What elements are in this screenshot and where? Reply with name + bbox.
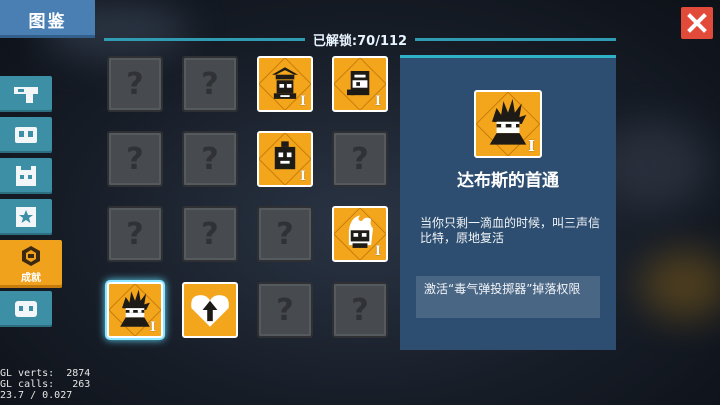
grid-item-locked[interactable]: ? — [257, 206, 313, 262]
locked-mark: ? — [201, 216, 219, 252]
detail-item-card: I — [474, 90, 542, 158]
tier-label: I — [299, 169, 306, 184]
achievement-icon — [22, 245, 40, 266]
heart-arrow-icon — [191, 295, 229, 327]
debug-line: GL verts: 2874 — [0, 368, 91, 379]
tab-skills[interactable] — [0, 199, 52, 235]
item-effect: 激活“毒气弹投掷器”掉落权限 — [416, 276, 600, 318]
grid-item-locked[interactable]: ? — [332, 131, 388, 187]
other-icon — [15, 301, 37, 317]
debug-line: 23.7 / 0.027 — [0, 390, 73, 401]
grid-item-locked[interactable]: ? — [182, 56, 238, 112]
tab-pets[interactable] — [0, 158, 52, 194]
header-divider — [415, 37, 616, 41]
locked-mark: ? — [351, 141, 369, 177]
detail-panel: I 达布斯的首通 当你只剩一滴血的时候，叫三声信比特，原地复活 激活“毒气弹投掷… — [400, 55, 616, 350]
locked-mark: ? — [276, 216, 294, 252]
star-icon — [16, 207, 36, 227]
tab-characters[interactable] — [0, 117, 52, 153]
item-description: 当你只剩一滴血的时候，叫三声信比特，原地复活 — [420, 216, 601, 245]
tier-label: I — [299, 94, 306, 109]
grid-item-locked[interactable]: ? — [182, 131, 238, 187]
tab-other[interactable] — [0, 291, 52, 327]
locked-mark: ? — [351, 292, 369, 328]
grid-item-unlocked[interactable]: I — [257, 131, 313, 187]
background-glow — [600, 120, 710, 210]
background-glow — [640, 250, 720, 320]
grid-item-locked[interactable]: ? — [107, 206, 163, 262]
debug-stats: GL verts: 2874 GL calls: 263 23.7 / 0.02… — [0, 368, 90, 401]
pet-icon — [16, 166, 36, 186]
grid-item-selected[interactable]: I — [107, 282, 163, 338]
grid-item-locked[interactable]: ? — [107, 56, 163, 112]
locked-mark: ? — [201, 141, 219, 177]
grid-item-locked[interactable]: ? — [332, 282, 388, 338]
mask-icon — [15, 127, 37, 143]
tab-achievements-label: 成就 — [21, 272, 41, 284]
item-name: 达布斯的首通 — [457, 171, 559, 191]
tier-label: I — [527, 137, 535, 155]
close-icon — [687, 13, 707, 33]
tier-label: I — [149, 320, 156, 335]
tab-achievements[interactable]: 成就 — [0, 240, 62, 288]
unlock-count: 已解锁:70/112 — [312, 33, 408, 49]
unlock-progress: 已解锁:70/112 — [104, 28, 616, 50]
grid-item-locked[interactable]: ? — [182, 206, 238, 262]
gun-icon — [14, 87, 38, 103]
tier-label: I — [374, 94, 381, 109]
grid-item-locked[interactable]: ? — [257, 282, 313, 338]
grid-item-locked[interactable]: ? — [107, 131, 163, 187]
locked-mark: ? — [126, 216, 144, 252]
debug-line: GL calls: 263 — [0, 379, 91, 390]
page-title: 图鉴 — [0, 0, 95, 38]
grid-item-unlocked[interactable]: I — [332, 56, 388, 112]
locked-mark: ? — [126, 141, 144, 177]
close-button[interactable] — [681, 7, 713, 39]
grid-item-unlocked[interactable]: I — [257, 56, 313, 112]
locked-mark: ? — [276, 292, 294, 328]
tier-label: I — [374, 244, 381, 259]
tab-weapons[interactable] — [0, 76, 52, 112]
locked-mark: ? — [201, 66, 219, 102]
grid-item-unlocked[interactable] — [182, 282, 238, 338]
locked-mark: ? — [126, 66, 144, 102]
header-divider — [104, 37, 305, 41]
grid-item-unlocked[interactable]: I — [332, 206, 388, 262]
